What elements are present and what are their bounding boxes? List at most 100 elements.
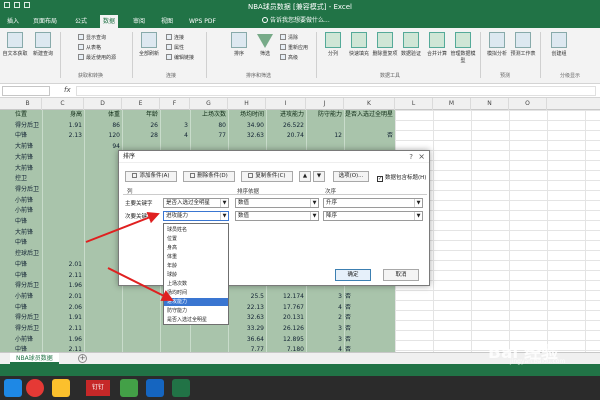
table-cell[interactable]: 17.767 — [267, 303, 304, 312]
table-cell[interactable]: 20.74 — [267, 131, 304, 140]
table-cell[interactable]: 体重 — [85, 110, 120, 119]
column-header[interactable]: L — [395, 98, 433, 110]
table-cell[interactable]: 大前锋 — [15, 142, 40, 151]
dropdown-option[interactable]: 身高 — [164, 244, 228, 252]
table-cell[interactable]: 3 — [161, 121, 188, 130]
table-cell[interactable]: 2.01 — [43, 260, 82, 269]
column-header[interactable]: C — [42, 98, 84, 110]
table-cell[interactable]: 小前锋 — [15, 206, 40, 215]
tell-me-box[interactable]: 告诉我您想要做什么... — [262, 15, 330, 27]
table-cell[interactable]: 控卫 — [15, 174, 40, 183]
table-cell[interactable]: 中锋 — [15, 345, 40, 352]
table-cell[interactable]: 2.11 — [43, 345, 82, 352]
column-header[interactable]: H — [228, 98, 266, 110]
recent-sources-button[interactable]: 最近使用的源 — [78, 54, 116, 63]
table-cell[interactable]: 中锋 — [15, 238, 40, 247]
dropdown-option[interactable]: 上场次数 — [164, 280, 228, 288]
new-query-button[interactable]: 新建查询 — [30, 32, 56, 66]
table-cell[interactable]: 28 — [123, 131, 158, 140]
name-box[interactable] — [2, 86, 50, 96]
folder-icon[interactable] — [52, 379, 70, 397]
table-cell[interactable]: 32.63 — [229, 131, 264, 140]
chrome-icon[interactable] — [26, 379, 44, 397]
column-header[interactable]: E — [122, 98, 160, 110]
tab-insert[interactable]: 插入 — [4, 15, 22, 28]
table-cell[interactable]: 得分后卫 — [15, 281, 40, 290]
table-cell[interactable]: 小前锋 — [15, 196, 40, 205]
dropdown-option[interactable]: 球员姓名 — [164, 226, 228, 234]
show-queries-button[interactable]: 显示查询 — [78, 34, 106, 43]
dropdown-option[interactable]: 体重 — [164, 253, 228, 261]
table-cell[interactable]: 1.91 — [43, 121, 82, 130]
main-sort-on-select[interactable]: 数值 ▼ — [235, 198, 319, 208]
table-cell[interactable]: 26.126 — [267, 324, 304, 333]
dropdown-option[interactable]: 是否入选过全明星 — [164, 316, 228, 324]
add-sheet-icon[interactable]: + — [78, 354, 87, 363]
column-header[interactable]: G — [190, 98, 228, 110]
table-cell[interactable]: 4 — [161, 131, 188, 140]
table-cell[interactable]: 否 — [345, 324, 393, 333]
what-if-button[interactable]: 模拟分析 — [484, 32, 510, 66]
table-cell[interactable]: 2.01 — [43, 292, 82, 301]
table-cell[interactable]: 年龄 — [123, 110, 158, 119]
close-icon[interactable]: × — [418, 152, 425, 162]
table-cell[interactable]: 20.131 — [267, 313, 304, 322]
table-cell[interactable]: 否 — [345, 335, 393, 344]
table-cell[interactable]: 120 — [85, 131, 120, 140]
second-key-select[interactable]: 进攻能力 ▼ — [163, 211, 229, 221]
column-header[interactable]: O — [509, 98, 547, 110]
table-cell[interactable]: 中锋 — [15, 271, 40, 280]
column-header[interactable]: N — [471, 98, 509, 110]
table-cell[interactable]: 得分后卫 — [15, 121, 40, 130]
tab-wps-pdf[interactable]: WPS PDF — [186, 15, 219, 28]
table-cell[interactable]: 1.96 — [43, 281, 82, 290]
main-key-select[interactable]: 是否入选过全明星 ▼ — [163, 198, 229, 208]
table-cell[interactable]: 2 — [307, 313, 342, 322]
table-cell[interactable]: 80 — [191, 121, 226, 130]
tab-formulas[interactable]: 公式 — [72, 15, 90, 28]
table-cell[interactable]: 得分后卫 — [15, 324, 40, 333]
table-cell[interactable]: 否 — [345, 292, 393, 301]
table-cell[interactable]: 大前锋 — [15, 164, 40, 173]
column-header[interactable]: M — [433, 98, 471, 110]
second-sort-on-select[interactable]: 数值 ▼ — [235, 211, 319, 221]
table-cell[interactable]: 身高 — [43, 110, 82, 119]
table-cell[interactable]: 否 — [345, 131, 393, 140]
filter-button[interactable]: 筛选 — [252, 32, 278, 66]
excel-icon[interactable] — [172, 379, 190, 397]
table-cell[interactable]: 12 — [307, 131, 342, 140]
table-cell[interactable]: 34.90 — [229, 121, 264, 130]
tab-view[interactable]: 视图 — [158, 15, 176, 28]
column-header[interactable]: D — [84, 98, 122, 110]
table-cell[interactable]: 2.06 — [43, 303, 82, 312]
forecast-sheet-button[interactable]: 预测工作表 — [510, 32, 536, 66]
table-cell[interactable]: 中锋 — [15, 303, 40, 312]
table-cell[interactable]: 小前锋 — [15, 335, 40, 344]
table-cell[interactable]: 36.64 — [229, 335, 264, 344]
table-cell[interactable]: 小前锋 — [15, 292, 40, 301]
table-cell[interactable]: 否 — [345, 313, 393, 322]
table-cell[interactable]: 3 — [307, 324, 342, 333]
table-cell[interactable]: 1.91 — [43, 313, 82, 322]
table-cell[interactable]: 32.63 — [229, 313, 264, 322]
column-header[interactable]: F — [160, 98, 190, 110]
data-model-button[interactable]: 管理数据模型 — [450, 32, 476, 66]
fx-icon[interactable]: fx — [64, 86, 71, 94]
table-cell[interactable]: 1.96 — [43, 335, 82, 344]
advanced-button[interactable]: 高级 — [280, 54, 298, 63]
table-cell[interactable]: 2.11 — [43, 324, 82, 333]
reapply-button[interactable]: 重新应用 — [280, 44, 308, 53]
table-cell[interactable]: 否 — [345, 303, 393, 312]
tab-data[interactable]: 数据 — [100, 15, 119, 28]
options-button[interactable]: 选项(O)... — [333, 171, 369, 182]
table-cell[interactable]: 12.174 — [267, 292, 304, 301]
table-cell[interactable]: 2.11 — [43, 271, 82, 280]
table-cell[interactable]: 控球后卫 — [15, 249, 40, 258]
wechat-icon[interactable] — [120, 379, 138, 397]
tab-page-layout[interactable]: 页面布局 — [30, 15, 60, 28]
table-cell[interactable]: 上场次数 — [191, 110, 226, 119]
from-text-button[interactable]: 自文本获取 — [2, 32, 28, 66]
table-cell[interactable]: 是否入选过全明星 — [345, 110, 393, 119]
table-cell[interactable]: 94 — [85, 142, 120, 151]
edit-links-button[interactable]: 编辑链接 — [166, 54, 194, 63]
